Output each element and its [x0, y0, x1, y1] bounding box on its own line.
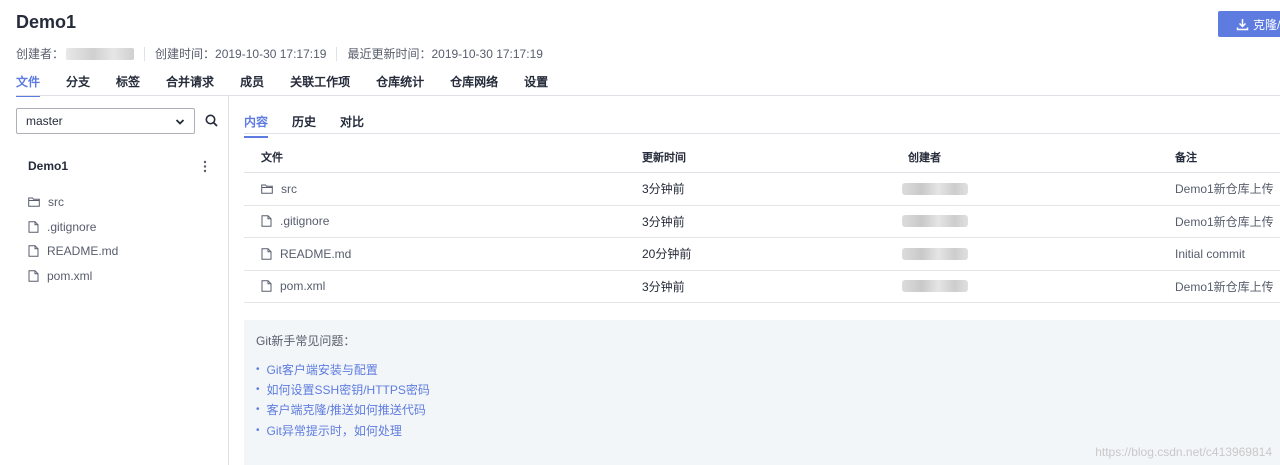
- commit-note[interactable]: Demo1新仓库上传: [1175, 206, 1274, 238]
- creator-label: 创建者：: [16, 47, 65, 61]
- watermark: https://blog.csdn.net/c413969814: [1095, 445, 1272, 459]
- faq-link[interactable]: Git客户端安装与配置: [256, 359, 430, 379]
- repo-title: Demo1: [16, 12, 77, 32]
- commit-note[interactable]: Demo1新仓库上传: [1175, 173, 1274, 205]
- file-icon: [28, 245, 39, 258]
- author-redacted: [902, 173, 968, 205]
- table-row: README.md 20分钟前 Initial commit: [244, 238, 1280, 271]
- file-link[interactable]: .gitignore: [261, 206, 329, 238]
- tab-merge-requests[interactable]: 合并请求: [166, 73, 214, 96]
- table-header: 文件 更新时间 创建者 备注: [244, 141, 1280, 173]
- updated-value: 2019-10-30 17:17:19: [431, 46, 543, 61]
- folder-icon: [28, 197, 40, 208]
- update-time: 3分钟前: [642, 279, 685, 294]
- tree-item-readme[interactable]: README.md: [28, 239, 118, 264]
- faq-link[interactable]: 如何设置SSH密钥/HTTPS密码: [256, 379, 430, 399]
- download-icon: [1236, 18, 1249, 30]
- branch-select[interactable]: master: [16, 108, 195, 134]
- column-header-note: 备注: [1175, 151, 1197, 164]
- created-label: 创建时间：: [155, 47, 216, 61]
- column-header-author: 创建者: [908, 151, 941, 164]
- table-row: pom.xml 3分钟前 Demo1新仓库上传: [244, 271, 1280, 303]
- clone-button[interactable]: 克隆/: [1218, 11, 1280, 37]
- faq-title: Git新手常见问题：: [256, 334, 356, 348]
- file-name: README.md: [280, 246, 352, 261]
- commit-note[interactable]: Demo1新仓库上传: [1175, 271, 1274, 303]
- tree-item-label: .gitignore: [47, 219, 97, 234]
- file-name: pom.xml: [280, 279, 326, 294]
- repo-root-name[interactable]: Demo1: [28, 159, 68, 173]
- tab-members[interactable]: 成员: [240, 73, 264, 96]
- file-name: src: [281, 181, 297, 196]
- file-icon: [261, 215, 272, 228]
- update-time: 3分钟前: [642, 214, 685, 229]
- column-header-file: 文件: [261, 151, 283, 164]
- repo-tabs: 文件 分支 标签 合并请求 成员 关联工作项 仓库统计 仓库网络 设置: [16, 73, 574, 97]
- tab-tags[interactable]: 标签: [116, 73, 140, 96]
- update-time: 20分钟前: [642, 247, 692, 262]
- file-link[interactable]: pom.xml: [261, 271, 325, 303]
- file-link[interactable]: src: [261, 173, 297, 205]
- content-tabs-divider: [244, 133, 1280, 134]
- file-link[interactable]: README.md: [261, 238, 351, 270]
- faq-link[interactable]: 客户端克隆/推送如何推送代码: [256, 400, 430, 420]
- update-time: 3分钟前: [642, 182, 685, 197]
- file-icon: [28, 220, 39, 233]
- repo-meta: 创建者： 创建时间： 2019-10-30 17:17:19 最近更新时间： 2…: [16, 45, 543, 62]
- tree-item-gitignore[interactable]: .gitignore: [28, 215, 118, 240]
- created-value: 2019-10-30 17:17:19: [215, 46, 327, 61]
- tab-linked-work-items[interactable]: 关联工作项: [290, 73, 350, 96]
- faq-link[interactable]: Git异常提示时，如何处理: [256, 420, 430, 440]
- more-vertical-icon[interactable]: [203, 160, 207, 173]
- branch-select-value: master: [26, 114, 63, 128]
- author-redacted: [902, 238, 968, 270]
- tree-item-label: README.md: [47, 244, 119, 259]
- creator-redacted: [66, 47, 135, 60]
- table-row: src 3分钟前 Demo1新仓库上传: [244, 173, 1280, 206]
- tree-item-pom[interactable]: pom.xml: [28, 264, 118, 289]
- chevron-down-icon: [175, 119, 185, 125]
- file-table: 文件 更新时间 创建者 备注 src 3分钟前 Demo1新仓库上传 .giti…: [244, 141, 1280, 303]
- search-icon[interactable]: [205, 114, 218, 127]
- file-tree-sidebar: master Demo1 src .gitignore README.md po…: [0, 96, 229, 465]
- file-icon: [261, 247, 272, 260]
- column-header-time: 更新时间: [642, 151, 686, 164]
- table-row: .gitignore 3分钟前 Demo1新仓库上传: [244, 206, 1280, 238]
- tree-item-src[interactable]: src: [28, 190, 118, 215]
- file-icon: [28, 269, 39, 282]
- tree-item-label: src: [48, 195, 64, 210]
- folder-icon: [261, 184, 273, 194]
- file-name: .gitignore: [280, 214, 330, 229]
- faq-links: Git客户端安装与配置 如何设置SSH密钥/HTTPS密码 客户端克隆/推送如何…: [256, 359, 430, 440]
- commit-note[interactable]: Initial commit: [1175, 238, 1245, 270]
- git-faq-panel: Git新手常见问题： Git客户端安装与配置 如何设置SSH密钥/HTTPS密码…: [244, 320, 1280, 465]
- author-redacted: [902, 271, 968, 303]
- updated-label: 最近更新时间：: [347, 47, 432, 61]
- author-redacted: [902, 206, 968, 238]
- tab-repo-network[interactable]: 仓库网络: [450, 73, 498, 96]
- meta-divider: [336, 46, 338, 61]
- tab-branches[interactable]: 分支: [66, 73, 90, 96]
- meta-divider: [144, 46, 146, 61]
- clone-button-label: 克隆/: [1253, 17, 1280, 32]
- tab-settings[interactable]: 设置: [524, 73, 548, 96]
- tab-files[interactable]: 文件: [16, 73, 41, 97]
- file-tree: src .gitignore README.md pom.xml: [28, 190, 118, 288]
- file-icon: [261, 280, 272, 293]
- tab-repo-stats[interactable]: 仓库统计: [376, 73, 424, 96]
- tree-item-label: pom.xml: [47, 268, 93, 283]
